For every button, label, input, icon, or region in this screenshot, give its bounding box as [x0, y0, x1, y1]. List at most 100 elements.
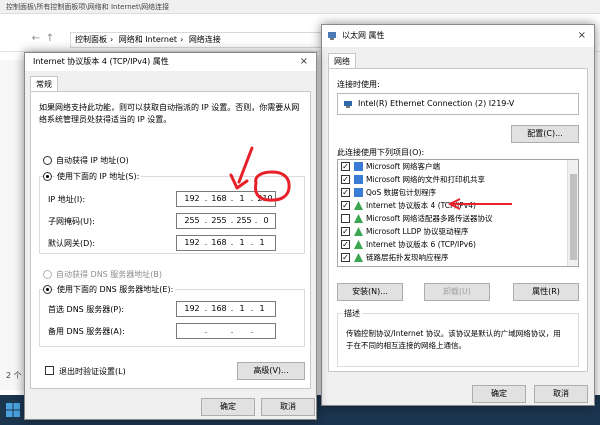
default-gateway-field[interactable]: 192 . 168 . 1 . 1 — [176, 235, 276, 251]
gateway-octet: 1 — [239, 238, 245, 247]
alternate-dns-field[interactable]: . . . — [176, 323, 276, 339]
validate-label[interactable]: 退出时验证设置(L) — [59, 366, 126, 377]
dns-octet: 1 — [239, 304, 245, 313]
protocol-icon — [354, 214, 363, 223]
properties-button[interactable]: 属性(R) — [513, 283, 579, 301]
adapter-box: Intel(R) Ethernet Connection (2) I219-V — [337, 93, 579, 115]
gateway-octet: 168 — [211, 238, 227, 247]
adapter-name: Intel(R) Ethernet Connection (2) I219-V — [358, 99, 515, 108]
protocol-icon — [354, 240, 363, 249]
breadcrumb-item[interactable]: 控制面板 — [75, 35, 107, 44]
item-count: 2 个 — [6, 371, 22, 380]
gateway-octet: 1 — [259, 238, 265, 247]
explorer-title: 控制面板\所有控制面板项\网络和 Internet\网络连接 — [0, 0, 600, 14]
windows-logo-icon[interactable] — [6, 403, 20, 417]
item-checkbox[interactable]: ✓ — [341, 227, 350, 236]
validate-checkbox[interactable] — [45, 366, 54, 375]
list-item[interactable]: Microsoft 网络适配器多路传送器协议 — [338, 212, 578, 225]
item-checkbox[interactable]: ✓ — [341, 175, 350, 184]
cancel-button[interactable]: 取消 — [261, 398, 315, 416]
list-item[interactable]: ✓ Internet 协议版本 6 (TCP/IPv6) — [338, 238, 578, 251]
network-adapter-icon — [344, 101, 352, 108]
auto-dns-radio[interactable] — [43, 270, 52, 279]
list-item[interactable]: ✓ Microsoft 网络的文件和打印机共享 — [338, 173, 578, 186]
uninstall-button[interactable]: 卸载(U) — [424, 283, 490, 301]
intro-text: 络系统管理员处获得适当的 IP 设置。 — [39, 115, 172, 124]
item-label: Microsoft LLDP 协议驱动程序 — [366, 227, 469, 236]
mask-octet: 255 — [184, 216, 200, 225]
ip-octet: 210 — [257, 194, 273, 203]
list-scrollbar[interactable] — [567, 160, 578, 266]
dialog-title: Internet 协议版本 4 (TCP/IPv4) 属性 — [33, 57, 169, 66]
tab-network[interactable]: 网络 — [328, 53, 356, 69]
item-checkbox[interactable] — [341, 214, 350, 223]
item-checkbox[interactable]: ✓ — [341, 253, 350, 262]
manual-dns-label[interactable]: 使用下面的 DNS 服务器地址(E): — [55, 284, 176, 295]
default-gateway-label: 默认网关(D): — [48, 239, 96, 248]
auto-dns-label[interactable]: 自动获得 DNS 服务器地址(B) — [56, 269, 162, 280]
dns-octet: 168 — [211, 304, 227, 313]
back-arrow-icon[interactable]: ← — [30, 33, 42, 45]
mask-octet: 0 — [263, 216, 269, 225]
close-icon[interactable]: × — [578, 25, 586, 47]
advanced-button[interactable]: 高级(V)... — [237, 362, 305, 380]
description-label: 描述 — [342, 308, 362, 319]
list-item[interactable]: ✓ 链路层拓扑发现响应程序 — [338, 251, 578, 264]
connect-using-label: 连接时使用: — [337, 80, 380, 89]
general-tab-panel: 如果网络支持此功能，则可以获取自动指派的 IP 设置。否则，你需要从网 络系统管… — [30, 91, 311, 389]
ip-group: 使用下面的 IP 地址(S): IP 地址(I): 192 . 168 . 1 … — [39, 171, 305, 254]
breadcrumb[interactable]: 控制面板 › 网络和 Internet › 网络连接 — [70, 32, 330, 48]
preferred-dns-field[interactable]: 192 . 168 . 1 . 1 — [176, 301, 276, 317]
manual-ip-label[interactable]: 使用下面的 IP 地址(S): — [55, 171, 142, 182]
install-button[interactable]: 安装(N)... — [337, 283, 403, 301]
protocol-icon — [354, 227, 363, 236]
network-tab-panel: 连接时使用: Intel(R) Ethernet Connection (2) … — [328, 68, 588, 372]
preferred-dns-label: 首选 DNS 服务器(P): — [48, 305, 125, 314]
description-text: 于在不同的相互连接的网络上通信。 — [346, 341, 466, 350]
list-item[interactable]: ✓ QoS 数据包计划程序 — [338, 186, 578, 199]
list-item[interactable]: ✓ Microsoft 网络客户端 — [338, 160, 578, 173]
breadcrumb-item[interactable]: 网络连接 — [189, 35, 221, 44]
dialog-title: 以太网 属性 — [342, 31, 385, 40]
item-checkbox[interactable]: ✓ — [341, 240, 350, 249]
dns-octet: 192 — [184, 304, 200, 313]
breadcrumb-item[interactable]: 网络和 Internet — [119, 35, 177, 44]
dns-group: 使用下面的 DNS 服务器地址(E): 首选 DNS 服务器(P): 192 .… — [39, 284, 305, 347]
subnet-mask-field[interactable]: 255 . 255 . 255 . 0 — [176, 213, 276, 229]
scrollbar-thumb[interactable] — [570, 174, 577, 260]
cancel-button[interactable]: 取消 — [534, 385, 588, 403]
dialog-title-bar: 以太网 属性 × — [322, 25, 594, 47]
auto-ip-label[interactable]: 自动获得 IP 地址(O) — [56, 155, 129, 166]
item-label: QoS 数据包计划程序 — [366, 188, 437, 197]
ok-button[interactable]: 确定 — [201, 398, 255, 416]
network-client-icon — [354, 162, 363, 171]
ip-address-field[interactable]: 192 . 168 . 1 . 210 — [176, 191, 276, 207]
list-item[interactable]: ✓ Internet 协议版本 4 (TCP/IPv4) — [338, 199, 578, 212]
item-checkbox[interactable]: ✓ — [341, 188, 350, 197]
ip-octet: 1 — [239, 194, 245, 203]
ip-octet: 192 — [184, 194, 200, 203]
manual-dns-radio[interactable] — [43, 285, 52, 294]
close-icon[interactable]: × — [300, 53, 308, 71]
item-label: Microsoft 网络客户端 — [366, 162, 441, 171]
auto-ip-radio[interactable] — [43, 156, 52, 165]
up-arrow-icon[interactable]: ↑ — [44, 33, 56, 45]
description-group: 描述 传输控制协议/Internet 协议。该协议是默认的广域网络协议，用 于在… — [337, 308, 579, 367]
tab-general[interactable]: 常规 — [30, 76, 58, 92]
item-checkbox[interactable]: ✓ — [341, 201, 350, 210]
mask-octet: 255 — [236, 216, 252, 225]
dialog-title-bar: Internet 协议版本 4 (TCP/IPv4) 属性 × — [25, 53, 316, 71]
item-checkbox[interactable]: ✓ — [341, 162, 350, 171]
component-list[interactable]: ✓ Microsoft 网络客户端 ✓ Microsoft 网络的文件和打印机共享 ✓ Q… — [337, 159, 579, 267]
alternate-dns-label: 备用 DNS 服务器(A): — [48, 327, 125, 336]
configure-button[interactable]: 配置(C)... — [511, 125, 579, 143]
network-adapter-icon — [328, 32, 336, 40]
gateway-octet: 192 — [184, 238, 200, 247]
item-label: Internet 协议版本 4 (TCP/IPv4) — [366, 201, 476, 210]
list-item[interactable]: ✓ Microsoft LLDP 协议驱动程序 — [338, 225, 578, 238]
ok-button[interactable]: 确定 — [472, 385, 526, 403]
description-text: 传输控制协议/Internet 协议。该协议是默认的广域网络协议，用 — [346, 329, 561, 338]
item-label: 链路层拓扑发现响应程序 — [366, 253, 449, 262]
item-label: Microsoft 网络的文件和打印机共享 — [366, 175, 486, 184]
manual-ip-radio[interactable] — [43, 172, 52, 181]
